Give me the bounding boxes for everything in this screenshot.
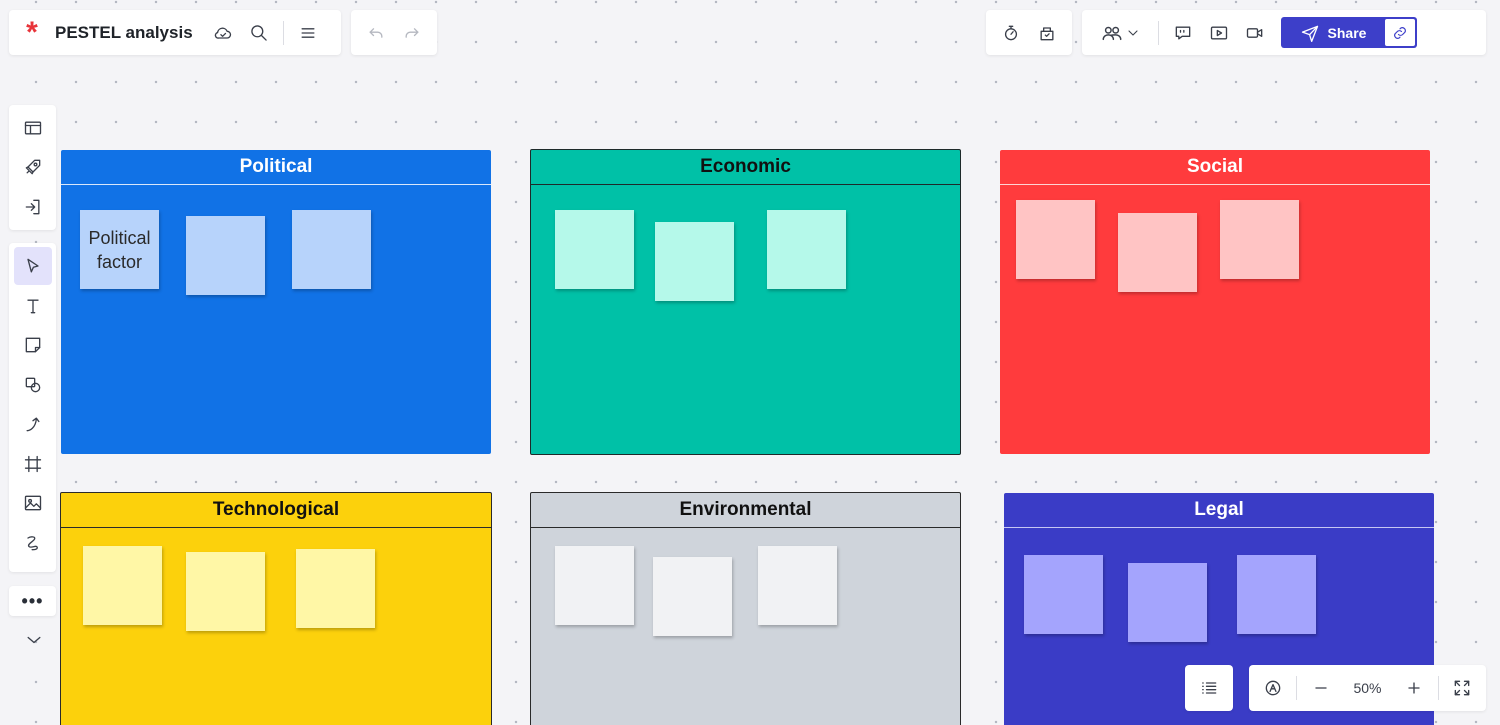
sticky-note[interactable] [292,210,371,289]
document-title[interactable]: PESTEL analysis [55,23,193,43]
frame-title[interactable]: Political [61,150,491,185]
sticky-note-icon[interactable] [15,326,51,366]
pen-icon[interactable] [15,523,51,563]
navigate-icon[interactable] [1255,670,1290,706]
frame-environmental[interactable]: Environmental [530,492,961,725]
zoom-controls: 50% [1249,665,1486,711]
chevron-down-icon [1128,29,1138,36]
list-icon[interactable] [1191,670,1227,706]
sticky-note[interactable] [186,552,265,631]
frame-title[interactable]: Legal [1004,493,1434,528]
sticky-note[interactable] [653,557,732,636]
collaborators-icon [1102,26,1122,40]
shapes-icon[interactable] [15,365,51,405]
present-icon[interactable] [1201,15,1237,51]
share-main[interactable]: Share [1281,17,1385,48]
sticky-note[interactable] [767,210,846,289]
sticky-note[interactable] [1237,555,1316,634]
share-button[interactable]: Share [1281,17,1417,48]
search-icon[interactable] [241,15,277,51]
sticky-note[interactable] [83,546,162,625]
image-icon[interactable] [15,484,51,524]
timer-icon[interactable] [993,15,1029,51]
zoom-in-icon[interactable] [1397,670,1432,706]
frame-social[interactable]: Social [1000,150,1430,454]
divider [1437,676,1439,700]
document-header: * PESTEL analysis [9,10,341,55]
rocket-icon[interactable] [15,149,51,185]
frame-economic[interactable]: Economic [530,149,961,455]
frame-icon[interactable] [15,444,51,484]
frame-political[interactable]: Political Political factor [61,150,491,454]
video-icon[interactable] [1237,15,1273,51]
sticky-note[interactable] [186,216,265,295]
sticky-note-text: Political factor [88,227,151,272]
sticky-note[interactable] [1220,200,1299,279]
send-icon [1301,25,1318,42]
connector-icon[interactable] [15,405,51,445]
comment-icon[interactable] [1165,15,1201,51]
divider [1158,20,1159,45]
left-toolbar-top [9,105,56,230]
frame-title[interactable]: Social [1000,150,1430,185]
sticky-note[interactable] [555,210,634,289]
collaborators-dropdown[interactable] [1088,15,1152,51]
sticky-note[interactable]: Political factor [80,210,159,289]
fullscreen-icon[interactable] [1445,670,1480,706]
facilitation-controls [986,10,1072,55]
menu-icon[interactable] [290,15,326,51]
text-icon[interactable] [15,286,51,326]
frame-technological[interactable]: Technological [60,492,492,725]
cloud-check-icon[interactable] [205,15,241,51]
link-icon [1394,26,1406,39]
import-icon[interactable] [15,189,51,225]
templates-icon[interactable] [15,110,51,146]
zoom-level[interactable]: 50% [1338,680,1397,696]
frame-title[interactable]: Technological [61,493,491,528]
zoom-out-icon[interactable] [1303,670,1338,706]
redo-icon[interactable] [394,15,430,51]
divider [282,20,284,45]
vote-icon[interactable] [1029,15,1065,51]
divider [1296,676,1298,700]
sticky-note[interactable] [1118,213,1197,292]
chevron-down-icon[interactable] [16,622,52,658]
frame-title[interactable]: Economic [531,150,960,185]
history-controls [351,10,437,55]
select-icon[interactable] [13,247,52,285]
frame-title[interactable]: Environmental [531,493,960,528]
collaboration-controls: Share [1082,10,1486,55]
app-logo[interactable]: * [9,10,55,55]
undo-icon[interactable] [358,15,394,51]
share-label: Share [1327,24,1367,41]
sticky-note[interactable] [1016,200,1095,279]
sticky-note[interactable] [758,546,837,625]
sticky-note[interactable] [1024,555,1103,634]
sticky-note[interactable] [555,546,634,625]
sticky-note[interactable] [655,222,734,301]
more-icon: ••• [21,591,44,611]
left-toolbar-tools [9,243,56,572]
more-tools-button[interactable]: ••• [9,586,56,616]
sticky-note[interactable] [1128,563,1207,642]
copy-link-button[interactable] [1385,19,1415,46]
outline-button[interactable] [1185,665,1233,711]
sticky-note[interactable] [296,549,375,628]
